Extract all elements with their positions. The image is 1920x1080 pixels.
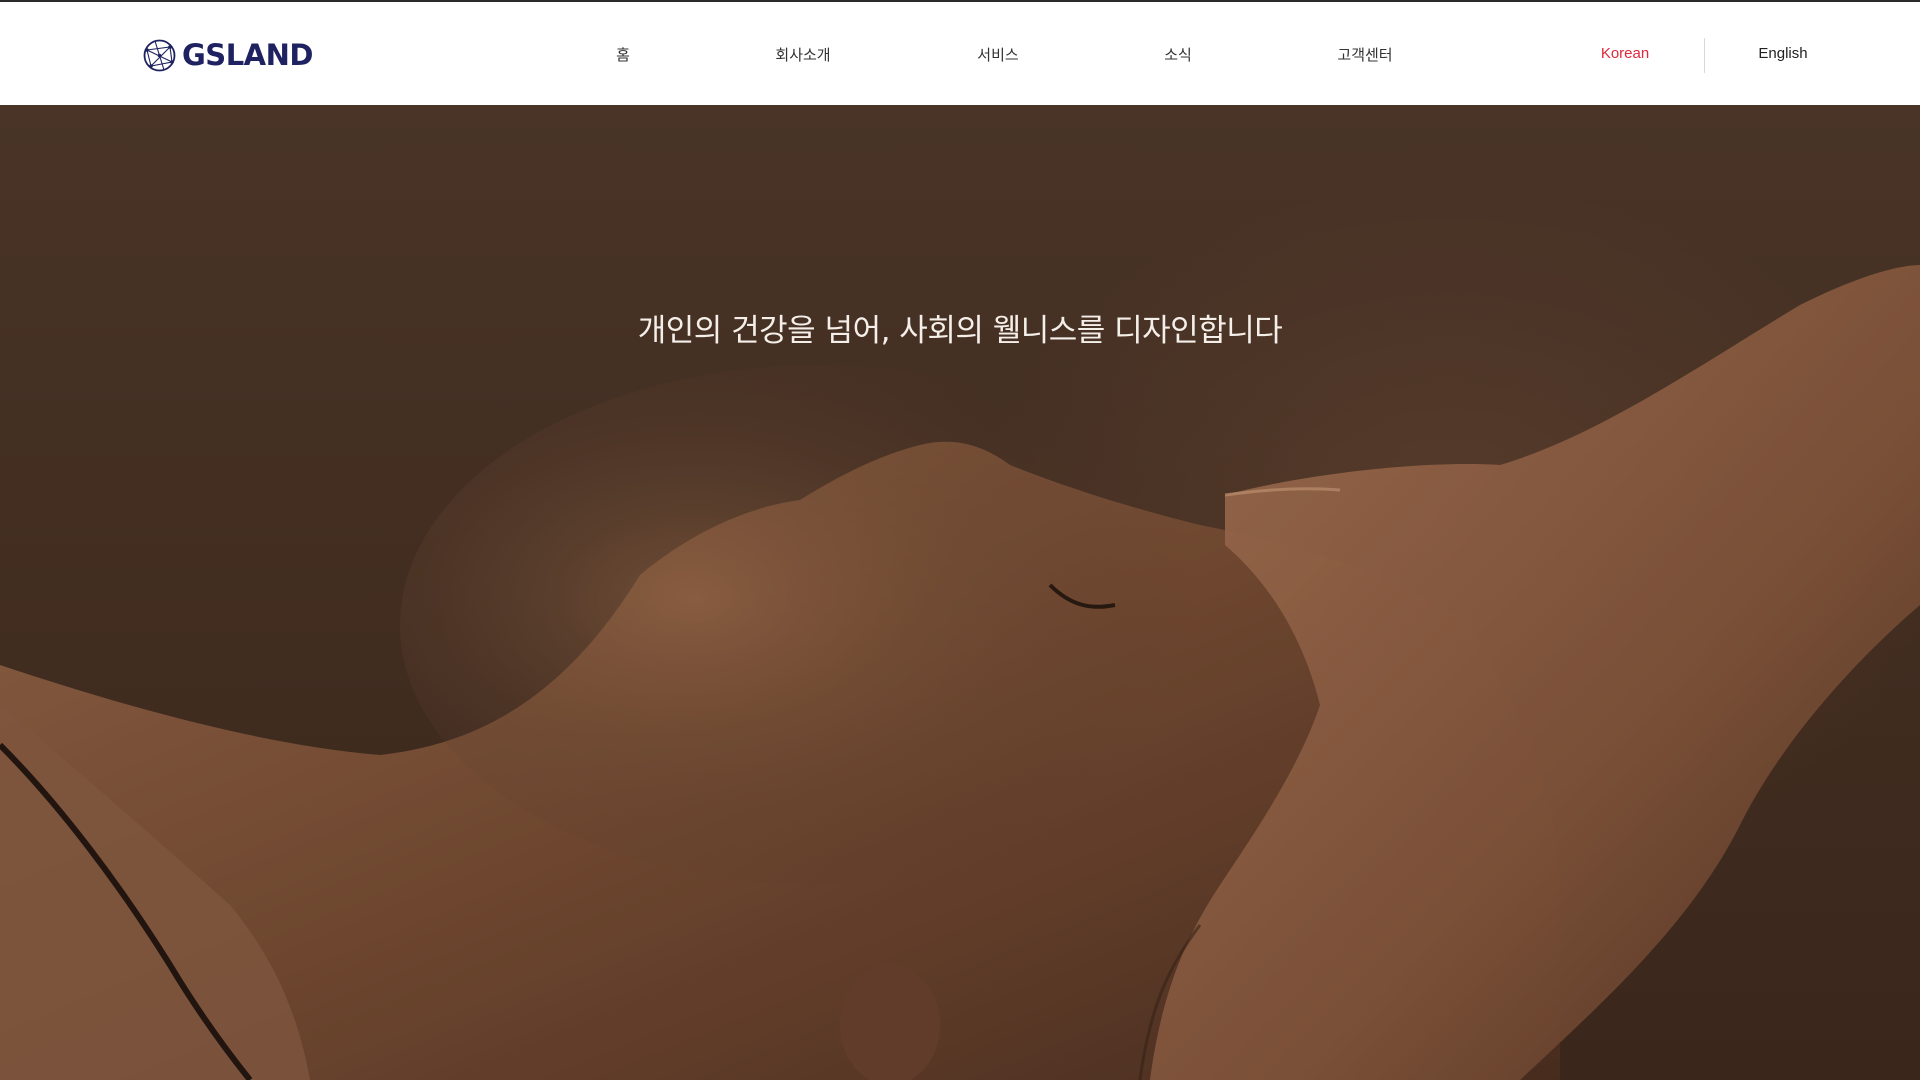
language-english[interactable]: English xyxy=(1758,45,1807,62)
nav-item-support[interactable]: 고객센터 xyxy=(1337,44,1392,65)
globe-icon xyxy=(142,38,177,73)
nav-item-home[interactable]: 홈 xyxy=(616,44,630,65)
language-korean[interactable]: Korean xyxy=(1601,45,1649,62)
site-header: GSLAND 홈 회사소개 서비스 소식 고객센터 Korean English xyxy=(0,2,1920,105)
logo-text: GSLAND xyxy=(182,38,313,72)
nav-item-about[interactable]: 회사소개 xyxy=(775,44,830,65)
nav-item-services[interactable]: 서비스 xyxy=(977,44,1018,65)
language-divider xyxy=(1704,38,1705,73)
hero-section: 개인의 건강을 넘어, 사회의 웰니스를 디자인합니다 xyxy=(0,105,1920,1080)
hero-headline: 개인의 건강을 넘어, 사회의 웰니스를 디자인합니다 xyxy=(637,313,1283,349)
hero-image xyxy=(0,105,1920,1080)
nav-item-news[interactable]: 소식 xyxy=(1164,44,1192,65)
vignette xyxy=(0,105,1920,1080)
logo-link[interactable]: GSLAND xyxy=(142,35,313,75)
